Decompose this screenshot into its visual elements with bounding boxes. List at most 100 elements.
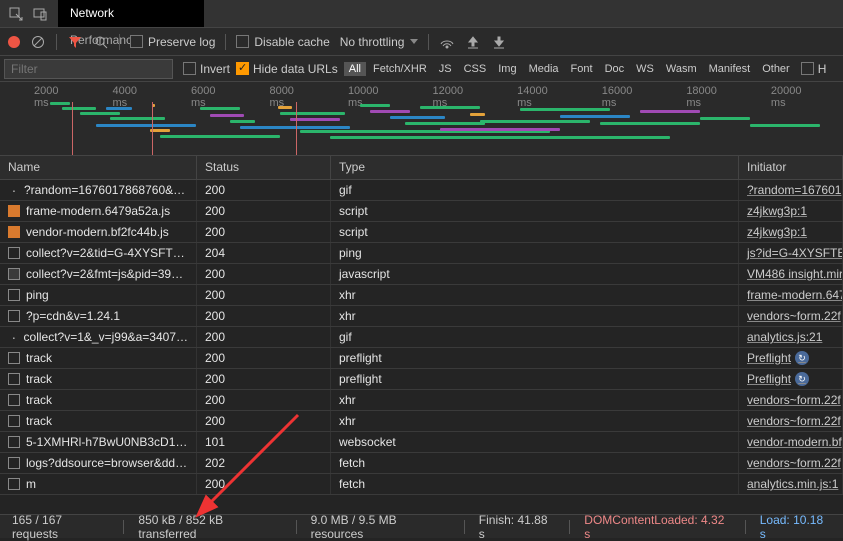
- disable-cache-checkbox[interactable]: Disable cache: [236, 35, 329, 49]
- table-row[interactable]: ping200xhrframe-modern.647: [0, 285, 843, 306]
- filter-bar: Invert Hide data URLs AllFetch/XHRJSCSSI…: [0, 56, 843, 82]
- caret-down-icon: [410, 39, 418, 44]
- cell-initiator[interactable]: z4jkwg3p:1: [739, 201, 843, 221]
- cell-type: websocket: [331, 432, 739, 452]
- cell-name: frame-modern.6479a52a.js: [0, 201, 197, 221]
- select-element-icon[interactable]: [8, 6, 24, 22]
- timeline-marker: [296, 102, 297, 155]
- cell-initiator[interactable]: analytics.min.js:1: [739, 474, 843, 494]
- devtools-top-tabs: ElementsConsoleSourcesPerformance insigh…: [0, 0, 843, 28]
- table-row[interactable]: track200xhrvendors~form.22f: [0, 411, 843, 432]
- hide-data-urls-checkbox[interactable]: Hide data URLs: [236, 62, 338, 76]
- cell-name: 5-1XMHRl-h7BwU0NB3cD1…: [0, 432, 197, 452]
- table-row[interactable]: 5-1XMHRl-h7BwU0NB3cD1…101websocketvendor…: [0, 432, 843, 453]
- cell-initiator[interactable]: vendors~form.22f: [739, 411, 843, 431]
- preserve-log-checkbox[interactable]: Preserve log: [130, 35, 215, 49]
- throttling-select[interactable]: No throttling: [340, 35, 419, 49]
- type-pill-media[interactable]: Media: [524, 62, 564, 76]
- preflight-icon: ↻: [795, 372, 809, 386]
- search-icon[interactable]: [93, 34, 109, 50]
- type-pill-other[interactable]: Other: [757, 62, 795, 76]
- cell-initiator[interactable]: ?random=167601: [739, 180, 843, 200]
- dot-icon: ·: [8, 186, 20, 194]
- cell-name: logs?ddsource=browser&dd…: [0, 453, 197, 473]
- timeline-bar: [200, 107, 240, 110]
- type-pill-wasm[interactable]: Wasm: [661, 62, 702, 76]
- cell-name: m: [0, 474, 197, 494]
- type-pill-js[interactable]: JS: [434, 62, 457, 76]
- type-pill-fetch-xhr[interactable]: Fetch/XHR: [368, 62, 432, 76]
- clear-icon[interactable]: [30, 34, 46, 50]
- table-row[interactable]: frame-modern.6479a52a.js200scriptz4jkwg3…: [0, 201, 843, 222]
- type-pill-doc[interactable]: Doc: [600, 62, 630, 76]
- cell-status: 202: [197, 453, 331, 473]
- timeline-marker: [152, 102, 153, 155]
- cell-status: 200: [197, 327, 331, 347]
- network-timeline[interactable]: 2000 ms4000 ms6000 ms8000 ms10000 ms1200…: [0, 82, 843, 156]
- download-icon[interactable]: [491, 34, 507, 50]
- cell-type: script: [331, 222, 739, 242]
- table-row[interactable]: track200xhrvendors~form.22f: [0, 390, 843, 411]
- cell-type: ping: [331, 243, 739, 263]
- type-pill-css[interactable]: CSS: [459, 62, 492, 76]
- cell-status: 200: [197, 180, 331, 200]
- cell-name: vendor-modern.bf2fc44b.js: [0, 222, 197, 242]
- cell-name: track: [0, 390, 197, 410]
- cell-initiator[interactable]: Preflight↻: [739, 369, 843, 389]
- cell-initiator[interactable]: VM486 insight.mir: [739, 264, 843, 284]
- cell-initiator[interactable]: vendors~form.22f: [739, 453, 843, 473]
- timeline-bar: [240, 126, 350, 129]
- cell-initiator[interactable]: analytics.js:21: [739, 327, 843, 347]
- file-icon: [8, 478, 20, 490]
- timeline-bar: [750, 124, 820, 127]
- type-pill-all[interactable]: All: [344, 62, 366, 76]
- cell-type: xhr: [331, 411, 739, 431]
- device-toolbar-icon[interactable]: [32, 6, 48, 22]
- column-status[interactable]: Status: [197, 156, 331, 179]
- table-row[interactable]: ?p=cdn&v=1.24.1200xhrvendors~form.22f: [0, 306, 843, 327]
- cell-initiator[interactable]: Preflight↻: [739, 348, 843, 368]
- column-initiator[interactable]: Initiator: [739, 156, 843, 179]
- type-pill-ws[interactable]: WS: [631, 62, 659, 76]
- column-type[interactable]: Type: [331, 156, 739, 179]
- timeline-bar: [290, 118, 340, 121]
- table-row[interactable]: m200fetchanalytics.min.js:1: [0, 474, 843, 495]
- table-row[interactable]: track200preflightPreflight↻: [0, 348, 843, 369]
- status-requests: 165 / 167 requests: [12, 513, 109, 541]
- cell-type: preflight: [331, 348, 739, 368]
- network-conditions-icon[interactable]: [439, 34, 455, 50]
- table-row[interactable]: ·collect?v=1&_v=j99&a=3407…200gifanalyti…: [0, 327, 843, 348]
- column-name[interactable]: Name: [0, 156, 197, 179]
- timeline-bar: [440, 128, 560, 131]
- tab-network[interactable]: Network: [58, 0, 204, 27]
- type-pill-manifest[interactable]: Manifest: [704, 62, 756, 76]
- record-button[interactable]: [8, 36, 20, 48]
- invert-checkbox[interactable]: Invert: [183, 62, 230, 76]
- table-row[interactable]: collect?v=2&fmt=js&pid=39…200javascriptV…: [0, 264, 843, 285]
- cell-initiator[interactable]: vendors~form.22f: [739, 306, 843, 326]
- type-pill-font[interactable]: Font: [566, 62, 598, 76]
- table-row[interactable]: collect?v=2&tid=G-4XYSFT…204pingjs?id=G-…: [0, 243, 843, 264]
- table-row[interactable]: vendor-modern.bf2fc44b.js200scriptz4jkwg…: [0, 222, 843, 243]
- table-row[interactable]: ·?random=1676017868760&…200gif?random=16…: [0, 180, 843, 201]
- timeline-marker: [72, 102, 73, 155]
- type-pill-img[interactable]: Img: [493, 62, 521, 76]
- h-checkbox[interactable]: H: [801, 62, 827, 76]
- cell-initiator[interactable]: vendors~form.22f: [739, 390, 843, 410]
- table-row[interactable]: track200preflightPreflight↻: [0, 369, 843, 390]
- timeline-bar: [160, 135, 280, 138]
- filter-icon[interactable]: [67, 34, 83, 50]
- cell-initiator[interactable]: frame-modern.647: [739, 285, 843, 305]
- cell-initiator[interactable]: js?id=G-4XYSFTE: [739, 243, 843, 263]
- filter-input[interactable]: [4, 59, 173, 79]
- cell-initiator[interactable]: vendor-modern.bf: [739, 432, 843, 452]
- upload-icon[interactable]: [465, 34, 481, 50]
- cell-name: ·?random=1676017868760&…: [0, 180, 197, 200]
- cell-type: fetch: [331, 453, 739, 473]
- cell-type: gif: [331, 327, 739, 347]
- inspect-controls: [0, 6, 58, 22]
- table-row[interactable]: logs?ddsource=browser&dd…202fetchvendors…: [0, 453, 843, 474]
- cell-type: javascript: [331, 264, 739, 284]
- cell-initiator[interactable]: z4jkwg3p:1: [739, 222, 843, 242]
- table-body[interactable]: ·?random=1676017868760&…200gif?random=16…: [0, 180, 843, 496]
